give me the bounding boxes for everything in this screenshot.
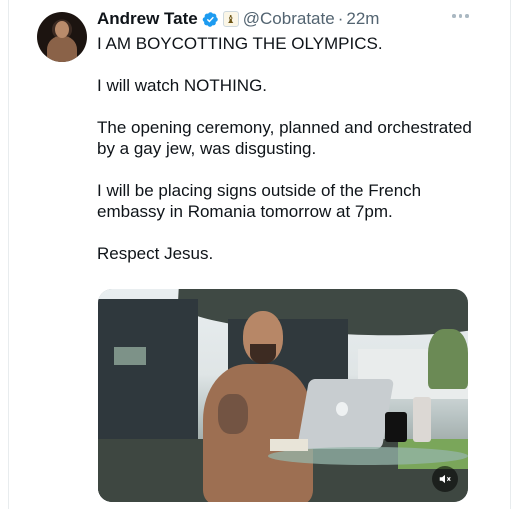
man bbox=[203, 364, 313, 502]
tweet[interactable]: Andrew Tate ♝ @Cobratate · 22m I AM BOYC… bbox=[9, 0, 512, 509]
separator-dot: · bbox=[337, 9, 344, 28]
author-avatar[interactable] bbox=[37, 12, 87, 62]
tweet-text: I AM BOYCOTTING THE OLYMPICS. I will wat… bbox=[97, 33, 482, 285]
author-handle[interactable]: @Cobratate bbox=[243, 9, 335, 29]
tweet-line: I will be placing signs outside of the F… bbox=[97, 181, 422, 221]
verified-badge-icon bbox=[202, 11, 218, 27]
tweet-line: Respect Jesus. bbox=[97, 244, 214, 263]
affiliate-badge-icon[interactable]: ♝ bbox=[222, 11, 239, 27]
tweet-video[interactable] bbox=[98, 289, 468, 502]
author-name[interactable]: Andrew Tate bbox=[97, 9, 198, 29]
more-options-icon[interactable] bbox=[452, 11, 472, 21]
tweet-header: Andrew Tate ♝ @Cobratate · 22m bbox=[97, 8, 379, 30]
trees bbox=[428, 329, 468, 389]
speaker-muted-icon[interactable] bbox=[432, 466, 458, 492]
tweet-frame: Andrew Tate ♝ @Cobratate · 22m I AM BOYC… bbox=[8, 0, 511, 509]
tweet-line: I will watch NOTHING. bbox=[97, 76, 268, 95]
tweet-timestamp[interactable]: 22m bbox=[346, 9, 379, 29]
tweet-line: I AM BOYCOTTING THE OLYMPICS. bbox=[97, 34, 383, 53]
tweet-line: The opening ceremony, planned and orches… bbox=[97, 118, 472, 158]
